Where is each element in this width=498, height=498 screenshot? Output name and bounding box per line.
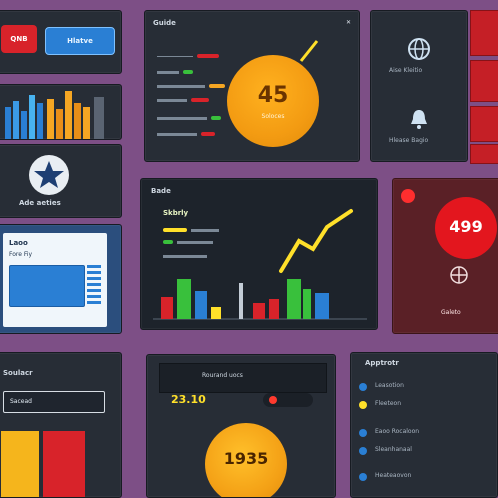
list-item[interactable]: Heateaovon [359,469,493,485]
gauge-row-2 [157,69,193,75]
gauge-row-3 [157,83,225,89]
list-item[interactable]: Sleanhanaal [359,443,493,459]
toggle-pill[interactable] [263,393,313,407]
list-item[interactable]: Fleeteon [359,397,493,413]
alert-value: 499 [449,217,483,236]
form-lines [87,265,101,305]
bottom-gauge: 1935 [205,423,287,497]
bell-icon [411,110,427,129]
bottom-left-input[interactable]: Sacead [3,391,105,413]
form-input[interactable] [9,265,85,307]
yellow-tile[interactable] [1,431,39,497]
icon-item-2-label: Hlease Bagio [389,137,429,144]
icon-item-1-label: Aise Kleitio [389,67,423,74]
bottom-center-value: 23.10 [171,393,206,406]
qnb-button[interactable]: QNB [1,25,37,53]
globe-icon [408,38,430,60]
red-tile[interactable] [43,431,85,497]
row-bar [183,70,193,74]
list-bullet-icon [359,383,367,391]
red-tab-2[interactable] [470,60,498,102]
row-label [157,55,193,57]
list-item-label: Eaoo Rocaloon [375,428,420,435]
list-bullet-icon [359,429,367,437]
form-panel: Laoo Fore Fiy [0,224,122,334]
right-red-tabs [470,10,498,164]
row-bar [191,98,209,102]
gauge-circle: 45 Soloces [227,55,319,147]
gauge-row-1 [157,53,219,59]
list-item-label: Leasotion [375,382,404,389]
list-bullet-icon [359,447,367,455]
row-bar [197,54,219,58]
row-bar [209,84,225,88]
alert-caption: Galeto [441,309,461,316]
gauge-row-4 [157,97,209,103]
alert-dot-icon [401,189,415,203]
form-title: Laoo [9,239,28,247]
red-tab-1[interactable] [470,10,498,56]
form-subtitle: Fore Fiy [9,251,33,258]
list-item-label: Sleanhanaal [375,446,412,453]
gauge-caption: Soloces [261,113,285,120]
list-item[interactable]: Eaoo Rocaloon [359,425,493,441]
toggle-dot-icon [269,396,277,404]
globe-icon [450,266,468,284]
list-item-label: Fleeteon [375,400,402,407]
red-tab-4[interactable] [470,144,498,164]
list-bullet-icon [359,473,367,481]
bottom-center-panel: Rourand uocs 23.10 1935 [146,354,336,498]
trend-mini-icon [299,40,319,62]
badge-panel: Ade aeties [0,144,122,218]
top-left-panel: QNB Hlatve [0,10,122,74]
gauge-panel-title: Guide [153,19,176,27]
bottom-left-title: Soulacr [3,369,33,377]
gauge-panel: Guide ✕ 45 Soloces [144,10,360,162]
hlatve-button[interactable]: Hlatve [45,27,115,55]
list-title: Apptrotr [365,359,399,367]
mini-bar-chart [5,91,104,139]
icon-panel: Aise Kleitio Hlease Bagio [370,10,468,162]
red-tab-3[interactable] [470,106,498,142]
badge-label: Ade aeties [19,199,61,207]
alert-circle: 499 [435,197,497,259]
star-badge-icon [29,155,69,195]
list-item[interactable]: Leasotion [359,379,493,395]
list-bullet-icon [359,401,367,409]
chart-panel: Bade Skbrly [140,178,378,330]
bottom-gauge-value: 1935 [223,449,269,468]
list-item-label: Heateaovon [375,472,412,479]
form-card: Laoo Fore Fiy [3,233,107,327]
header-label: Rourand uocs [202,372,243,379]
chart-visual [153,209,367,320]
row-bar [211,116,221,120]
mid-left-chart-panel [0,84,122,140]
gauge-row-5 [157,115,221,121]
panel-close-icon[interactable]: ✕ [346,19,351,26]
bottom-right-list-panel: Apptrotr Leasotion Fleeteon Eaoo Rocaloo… [350,352,498,498]
bottom-left-panel: Soulacr Sacead [0,352,122,498]
gauge-value: 45 [257,83,289,108]
bottom-center-header: Rourand uocs [159,363,327,393]
alert-panel: 499 Galeto [392,178,498,334]
bottom-left-input-value: Sacead [10,398,32,405]
row-bar [201,132,215,136]
gauge-row-6 [157,131,215,137]
